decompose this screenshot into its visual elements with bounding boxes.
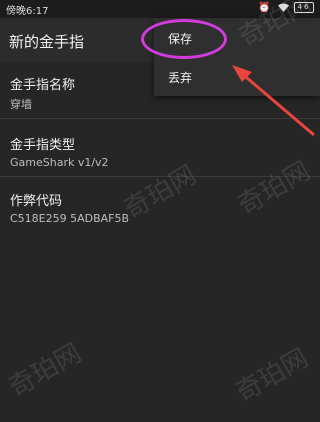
annotation-arrow [232, 65, 315, 137]
